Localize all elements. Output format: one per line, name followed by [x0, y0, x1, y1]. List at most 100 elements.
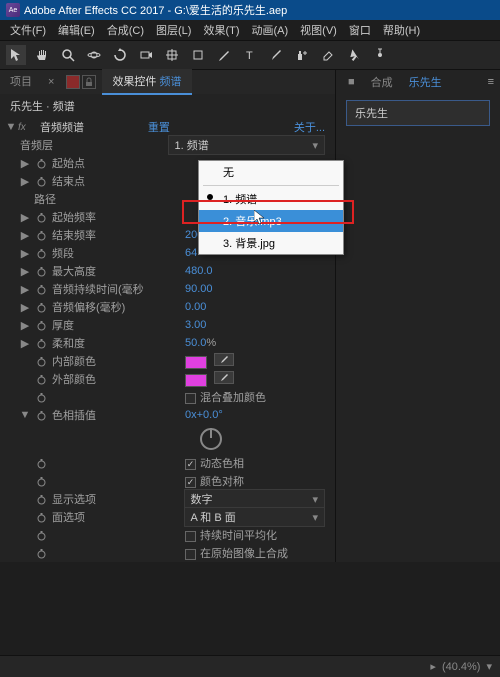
menu-window[interactable]: 窗口 [343, 20, 377, 40]
clone-tool[interactable] [292, 45, 312, 65]
dropdown-opt-3[interactable]: 3. 背景.jpg [199, 232, 343, 254]
brush-tool[interactable] [266, 45, 286, 65]
softness-twisty[interactable]: ▶ [18, 337, 32, 350]
menu-layer[interactable]: 图层(L) [150, 20, 197, 40]
start-point-twisty[interactable]: ▶ [18, 157, 32, 170]
inner-color-swatch[interactable] [185, 356, 207, 369]
hue-interp-twisty[interactable]: ▼ [18, 409, 32, 421]
menu-file[interactable]: 文件(F) [4, 20, 52, 40]
dropdown-opt-2[interactable]: 2. 音乐.mp3 [199, 210, 343, 232]
stopwatch-icon[interactable] [32, 320, 50, 331]
stopwatch-icon[interactable] [32, 338, 50, 349]
orbit-tool[interactable] [84, 45, 104, 65]
status-caret[interactable]: ▸ [430, 660, 436, 673]
audio-layer-dropdown[interactable]: 1. 频谱▾ [168, 135, 326, 155]
bands-twisty[interactable]: ▶ [18, 247, 32, 260]
puppet-tool[interactable] [370, 45, 390, 65]
blend-overlay-checkbox[interactable] [185, 393, 196, 404]
audio-duration-twisty[interactable]: ▶ [18, 283, 32, 296]
comp-link[interactable]: 乐先生 [403, 72, 448, 92]
outer-color-swatch[interactable] [185, 374, 207, 387]
menu-help[interactable]: 帮助(H) [377, 20, 426, 40]
hue-interp-value[interactable]: 0x+0.0° [181, 409, 331, 421]
audio-layer-label: 音频层 [18, 137, 164, 153]
svg-text:T: T [246, 50, 253, 62]
end-freq-twisty[interactable]: ▶ [18, 229, 32, 242]
comp-item[interactable]: 乐先生 [346, 100, 490, 126]
panel-menu-icon[interactable]: ≡ [488, 76, 494, 88]
menu-comp[interactable]: 合成(C) [101, 20, 150, 40]
menu-bar: 文件(F) 编辑(E) 合成(C) 图层(L) 效果(T) 动画(A) 视图(V… [0, 20, 500, 40]
roto-tool[interactable] [344, 45, 364, 65]
audio-offset-twisty[interactable]: ▶ [18, 301, 32, 314]
eyedropper-icon[interactable] [214, 371, 234, 384]
eyedropper-icon[interactable] [214, 353, 234, 366]
stopwatch-icon[interactable] [32, 284, 50, 295]
text-tool[interactable]: T [240, 45, 260, 65]
stopwatch-icon[interactable] [32, 176, 50, 187]
menu-animation[interactable]: 动画(A) [246, 20, 295, 40]
stopwatch-icon[interactable] [32, 512, 50, 523]
pan-behind-tool[interactable] [162, 45, 182, 65]
color-symmetry-checkbox[interactable] [185, 477, 196, 488]
composite-orig-checkbox[interactable] [185, 549, 196, 560]
end-point-twisty[interactable]: ▶ [18, 175, 32, 188]
hand-tool[interactable] [32, 45, 52, 65]
rotate-tool[interactable] [110, 45, 130, 65]
selection-tool[interactable] [6, 45, 26, 65]
status-zoom[interactable]: (40.4%) [442, 661, 481, 673]
audio-duration-value[interactable]: 90.00 [181, 283, 331, 295]
shape-tool[interactable] [188, 45, 208, 65]
tab-project[interactable]: 项目 [0, 69, 42, 95]
tab-effect-controls[interactable]: 效果控件 频谱 [102, 69, 191, 95]
stopwatch-icon[interactable] [32, 548, 50, 559]
stopwatch-icon[interactable] [32, 392, 50, 403]
lock-icon[interactable] [82, 75, 96, 89]
stopwatch-icon[interactable] [32, 158, 50, 169]
camera-tool[interactable] [136, 45, 156, 65]
duration-avg-checkbox[interactable] [185, 531, 196, 542]
audio-offset-value[interactable]: 0.00 [181, 301, 331, 313]
zoom-tool[interactable] [58, 45, 78, 65]
max-height-twisty[interactable]: ▶ [18, 265, 32, 278]
stopwatch-icon[interactable] [32, 374, 50, 385]
effect-reset[interactable]: 重置 [144, 119, 294, 135]
tab-close[interactable]: × [42, 76, 60, 88]
eraser-tool[interactable] [318, 45, 338, 65]
display-options-label: 显示选项 [50, 491, 180, 507]
stopwatch-icon[interactable] [32, 458, 50, 469]
menu-view[interactable]: 视图(V) [294, 20, 343, 40]
snapshot-icon[interactable] [66, 75, 80, 89]
menu-effect[interactable]: 效果(T) [197, 20, 245, 40]
status-chevron[interactable]: ▾ [486, 660, 492, 673]
selected-dot-icon [207, 194, 213, 200]
stopwatch-icon[interactable] [32, 266, 50, 277]
stopwatch-icon[interactable] [32, 530, 50, 541]
side-options-dropdown[interactable]: A 和 B 面▾ [184, 507, 326, 527]
stopwatch-icon[interactable] [32, 212, 50, 223]
hue-dial[interactable] [200, 428, 222, 450]
menu-edit[interactable]: 编辑(E) [52, 20, 101, 40]
display-options-dropdown[interactable]: 数字▾ [184, 489, 326, 509]
thickness-value[interactable]: 3.00 [181, 319, 331, 331]
stopwatch-icon[interactable] [32, 410, 50, 421]
thickness-twisty[interactable]: ▶ [18, 319, 32, 332]
stopwatch-icon[interactable] [32, 230, 50, 241]
max-height-value[interactable]: 480.0 [181, 265, 331, 277]
start-freq-label: 起始频率 [50, 209, 181, 225]
stopwatch-icon[interactable] [32, 302, 50, 313]
stopwatch-icon[interactable] [32, 494, 50, 505]
stopwatch-icon[interactable] [32, 476, 50, 487]
dropdown-opt-1[interactable]: 1. 频谱 [199, 188, 343, 210]
softness-label: 柔和度 [50, 335, 181, 351]
dynamic-hue-checkbox[interactable] [185, 459, 196, 470]
effect-about[interactable]: 关于... [294, 119, 331, 135]
tab-compose[interactable]: 合成 [365, 72, 399, 92]
stopwatch-icon[interactable] [32, 248, 50, 259]
effect-twisty[interactable]: ▼ [4, 121, 18, 133]
pen-tool[interactable] [214, 45, 234, 65]
stopwatch-icon[interactable] [32, 356, 50, 367]
dropdown-opt-none[interactable]: 无 [199, 161, 343, 183]
softness-value[interactable]: 50.0% [181, 337, 331, 349]
start-freq-twisty[interactable]: ▶ [18, 211, 32, 224]
